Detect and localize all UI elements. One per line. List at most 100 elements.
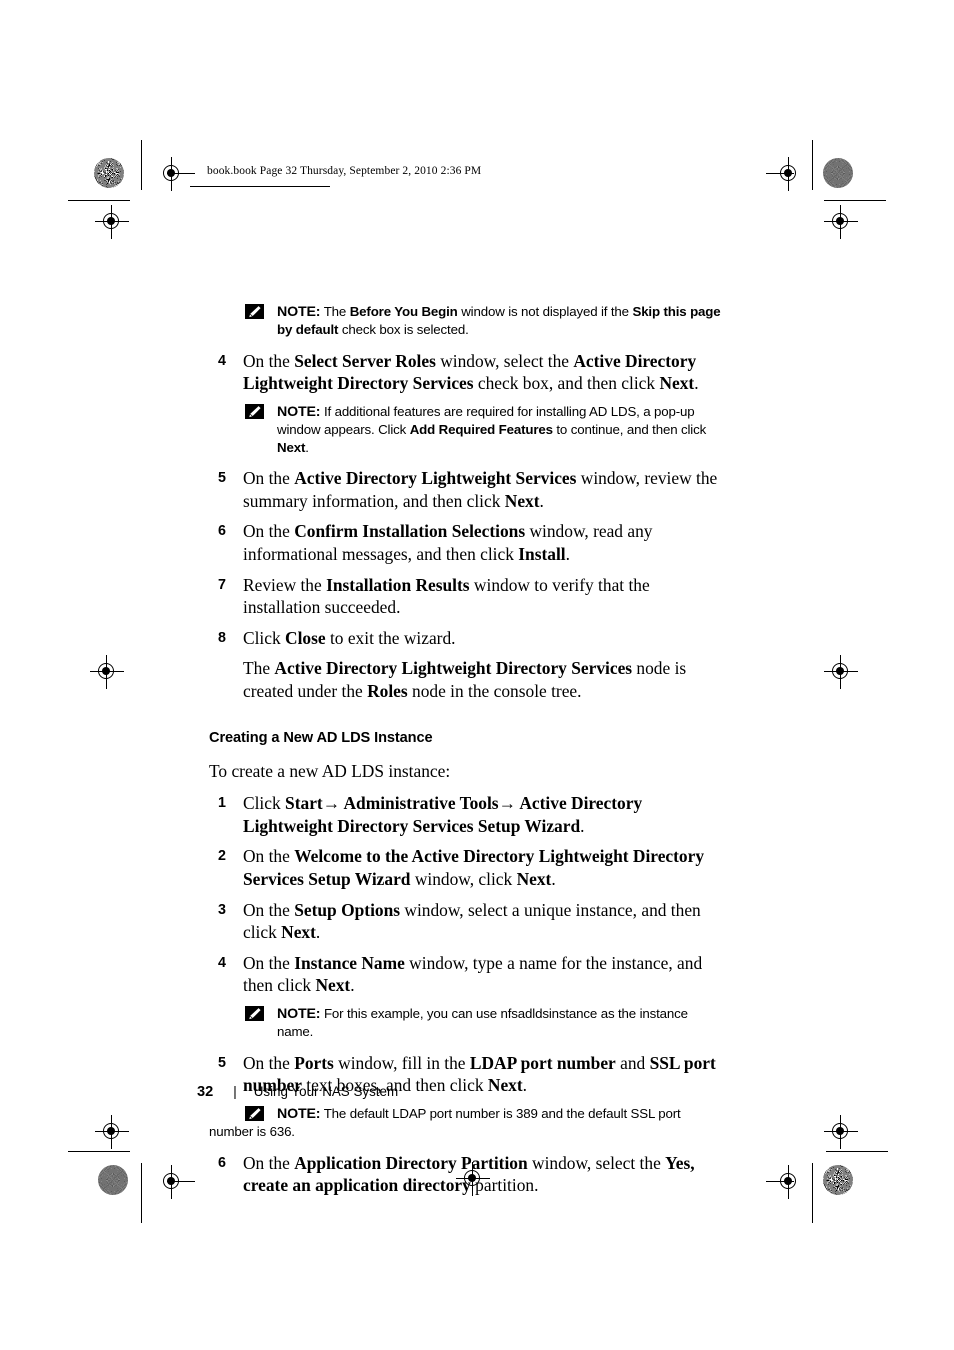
solid-circle-bottom-left (98, 1165, 128, 1195)
step-text-part2: to exit the wizard. (325, 627, 456, 648)
result-paragraph: The Active Directory Lightweight Directo… (209, 657, 724, 702)
step-number: 8 (218, 629, 226, 646)
note-text-part2: window is not displayed if the (457, 304, 633, 319)
step-bold-instance-name: Instance Name (294, 952, 405, 973)
note-bold-next: Next (277, 439, 306, 455)
note-label: NOTE: (277, 404, 321, 420)
step-number: 4 (218, 352, 226, 369)
footer-separator: | (233, 1084, 237, 1099)
trim-line-header-underline (190, 186, 330, 187)
section-heading: Creating a New AD LDS Instance (209, 729, 433, 746)
note-label: NOTE: (277, 304, 321, 320)
step-text-part4: . (694, 373, 699, 394)
registration-mark-right-middle (824, 655, 858, 689)
step-text-part1: On the (243, 521, 295, 542)
step-bold-ports: Ports (294, 1052, 334, 1073)
result-text-part1: The (243, 658, 275, 679)
step-text-part2: window, select the (435, 350, 574, 371)
note-pencil-icon (245, 304, 264, 319)
moire-circle-top-left (94, 158, 124, 188)
step-text-part2: window, select the (527, 1152, 666, 1173)
registration-mark-top-right-inner (766, 157, 806, 191)
note-label: NOTE: (277, 1005, 321, 1022)
note-text-part1: For this example, you can use nfsadldsin… (277, 1005, 688, 1040)
note-bold-before-you-begin: Before You Begin (349, 304, 458, 319)
result-bold-ad-lds-node: Active Directory Lightweight Directory S… (274, 658, 633, 679)
note-default-ports: NOTE: The default LDAP port number is 38… (209, 1105, 724, 1141)
note-pencil-icon (245, 404, 264, 419)
step-number: 2 (218, 848, 226, 865)
step-text-part3: . (350, 975, 355, 996)
note-pencil-icon (245, 1005, 264, 1021)
registration-mark-top-left-outer (95, 205, 129, 239)
list-item: 2 On the Welcome to the Active Directory… (209, 845, 724, 890)
step-bold-next: Next (487, 1075, 523, 1096)
note-pencil-icon (245, 1105, 264, 1121)
list-item: 4 On the Instance Name window, type a na… (209, 952, 724, 997)
step-text-part1: On the (243, 468, 295, 489)
step-bold-install: Install (518, 544, 566, 564)
step-text-part3: . (315, 922, 321, 943)
registration-mark-bottom-right-outer (824, 1115, 858, 1149)
solid-circle-top-right (823, 158, 853, 188)
step-bold-ad-lightweight-services: Active Directory Lightweight Services (294, 468, 577, 489)
registration-mark-top-left-inner (155, 157, 195, 191)
page-footer: 32 | Using Your NAS System (197, 1084, 398, 1100)
step-text-part5: . (522, 1075, 528, 1096)
note-text-part3: . (305, 439, 309, 455)
page-number: 32 (197, 1084, 214, 1100)
registration-mark-left-middle (90, 655, 124, 689)
step-bold-next: Next (504, 490, 540, 511)
trim-line-upper-right-horizontal (824, 200, 886, 201)
step-bold-close: Close (285, 627, 326, 648)
step-text-part3: and (615, 1052, 650, 1073)
step-number: 5 (218, 470, 226, 487)
intro-paragraph: To create a new AD LDS instance: (209, 760, 451, 781)
step-bold-setup-options: Setup Options (294, 899, 401, 920)
step-text-part1: Review the (243, 574, 327, 595)
trim-line-lower-right-horizontal (826, 1151, 888, 1152)
step-number: 6 (218, 523, 226, 540)
step-number: 7 (218, 576, 226, 593)
step-bold-installation-results: Installation Results (326, 574, 470, 595)
registration-mark-bottom-left-outer (95, 1115, 129, 1149)
step-text-part1: On the (243, 1052, 295, 1073)
list-item: 1 Click Start→ Administrative Tools→ Act… (209, 792, 724, 837)
note-text-part3: check box is selected. (338, 322, 469, 338)
step-bold-next: Next (315, 975, 351, 996)
list-item: 3 On the Setup Options window, select a … (209, 899, 724, 944)
registration-mark-bottom-left-inner (155, 1165, 195, 1199)
step-number: 6 (218, 1154, 226, 1171)
step-text-part3: . (551, 868, 556, 889)
trim-line-lower-left-horizontal (68, 1151, 130, 1152)
step-number: 1 (218, 795, 226, 812)
note-text-part1: The (323, 304, 350, 319)
step-text-part2: window, click (410, 868, 517, 889)
registration-mark-top-right-outer (824, 205, 858, 239)
trim-line-bottom-right-vertical (812, 1163, 813, 1223)
file-header-stamp: book.book Page 32 Thursday, September 2,… (207, 165, 482, 177)
list-item: 6 On the Application Directory Partition… (209, 1152, 724, 1197)
step-text-part1: On the (243, 952, 295, 973)
step-text-part1: On the (243, 846, 295, 867)
step-number: 3 (218, 901, 226, 918)
note-before-you-begin: NOTE: The Before You Begin window is not… (209, 303, 724, 339)
trim-line-top-right-vertical (812, 140, 813, 190)
result-bold-roles: Roles (367, 680, 408, 701)
document-page: book.book Page 32 Thursday, September 2,… (0, 0, 954, 1350)
step-bold-application-directory-partition: Application Directory Partition (294, 1152, 528, 1173)
note-additional-features: NOTE: If additional features are require… (209, 403, 724, 456)
step-bold-next: Next (659, 373, 695, 394)
footer-chapter-title: Using Your NAS System (253, 1084, 399, 1099)
list-item: 6 On the Confirm Installation Selections… (209, 520, 724, 565)
step-text-part3: partition. (470, 1175, 539, 1196)
trim-line-upper-left-horizontal (68, 200, 130, 201)
step-text-part2: window, fill in the (333, 1052, 470, 1073)
note-bold-add-required-features: Add Required Features (409, 422, 553, 438)
note-text-part2: to continue, and then click (552, 422, 707, 438)
list-item: 5 On the Active Directory Lightweight Se… (209, 467, 724, 512)
step-bold-next: Next (281, 922, 316, 943)
step-bold-next: Next (516, 868, 552, 889)
step-text-part1: Click (243, 627, 286, 648)
list-item: 4 On the Select Server Roles window, sel… (209, 350, 724, 395)
